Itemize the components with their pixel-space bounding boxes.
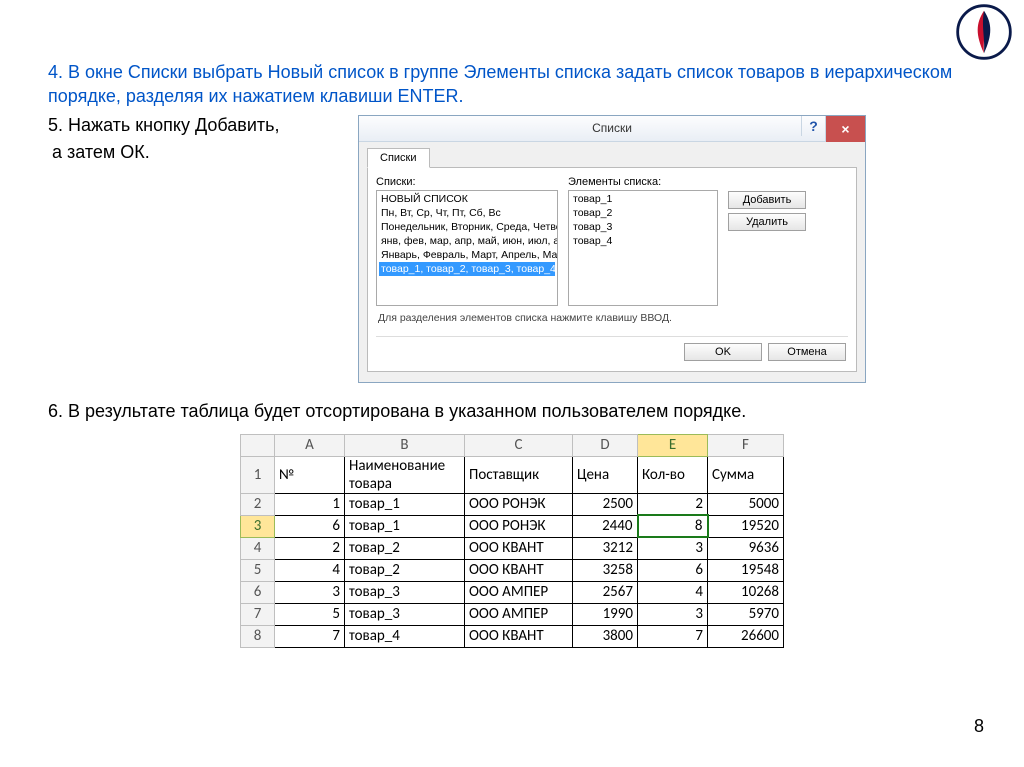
cell[interactable]: 7	[275, 625, 345, 647]
col-header[interactable]: C	[465, 434, 573, 456]
list-item: товар_3	[571, 220, 715, 234]
hint-text: Для разделения элементов списка нажмите …	[376, 306, 848, 332]
cell[interactable]: Кол-во	[638, 456, 708, 493]
cell[interactable]: 5970	[708, 603, 784, 625]
cell[interactable]: 26600	[708, 625, 784, 647]
cell[interactable]: 4	[638, 581, 708, 603]
cancel-button[interactable]: Отмена	[768, 343, 846, 361]
cell[interactable]: 3	[275, 581, 345, 603]
document-logo	[956, 4, 1012, 60]
list-item[interactable]: Пн, Вт, Ср, Чт, Пт, Сб, Вс	[379, 206, 555, 220]
cell[interactable]: 6	[275, 515, 345, 537]
ok-button[interactable]: OK	[684, 343, 762, 361]
step-4-text: 4. В окне Списки выбрать Новый список в …	[48, 60, 976, 109]
cell[interactable]: 10268	[708, 581, 784, 603]
tab-lists[interactable]: Списки	[367, 148, 430, 168]
cell[interactable]: ООО КВАНТ	[465, 625, 573, 647]
cell[interactable]: 4	[275, 559, 345, 581]
row-header[interactable]: 1	[241, 456, 275, 493]
cell[interactable]: 2500	[573, 493, 638, 515]
cell[interactable]: 1	[275, 493, 345, 515]
row-header[interactable]: 6	[241, 581, 275, 603]
col-header[interactable]: E	[638, 434, 708, 456]
list-item[interactable]: янв, фев, мар, апр, май, июн, июл, авг, …	[379, 234, 555, 248]
row-header[interactable]: 4	[241, 537, 275, 559]
step-5-text-a: 5. Нажать кнопку Добавить,	[48, 115, 358, 136]
list-item[interactable]: товар_1, товар_2, товар_3, товар_4	[379, 262, 555, 276]
cell[interactable]: 2	[275, 537, 345, 559]
cell[interactable]: Сумма	[708, 456, 784, 493]
dialog-titlebar: Списки ? ×	[359, 116, 865, 142]
list-item[interactable]: НОВЫЙ СПИСОК	[379, 192, 555, 206]
col-header[interactable]: B	[345, 434, 465, 456]
cell[interactable]: 3	[638, 603, 708, 625]
cell[interactable]: ООО КВАНТ	[465, 559, 573, 581]
result-spreadsheet: A B C D E F 1 № Наименование товара Пост…	[240, 434, 784, 648]
cell[interactable]: Поставщик	[465, 456, 573, 493]
cell[interactable]: товар_3	[345, 603, 465, 625]
cell[interactable]: 3800	[573, 625, 638, 647]
col-header[interactable]: A	[275, 434, 345, 456]
cell[interactable]: №	[275, 456, 345, 493]
cell[interactable]: Цена	[573, 456, 638, 493]
cell[interactable]: 5000	[708, 493, 784, 515]
cell[interactable]: 1990	[573, 603, 638, 625]
cell[interactable]: товар_1	[345, 515, 465, 537]
row-header[interactable]: 2	[241, 493, 275, 515]
cell[interactable]: ООО РОНЭК	[465, 515, 573, 537]
row-header[interactable]: 7	[241, 603, 275, 625]
list-item: товар_4	[571, 234, 715, 248]
cell[interactable]: товар_1	[345, 493, 465, 515]
cell[interactable]: 3212	[573, 537, 638, 559]
cell[interactable]: 3258	[573, 559, 638, 581]
help-button[interactable]: ?	[801, 116, 825, 136]
cell[interactable]: ООО РОНЭК	[465, 493, 573, 515]
active-cell[interactable]: 8	[638, 515, 708, 537]
cell[interactable]: 6	[638, 559, 708, 581]
dialog-title: Списки	[359, 121, 865, 135]
cell[interactable]: 2440	[573, 515, 638, 537]
list-item[interactable]: Понедельник, Вторник, Среда, Четверг, Пя…	[379, 220, 555, 234]
cell[interactable]: 7	[638, 625, 708, 647]
cell[interactable]: 19520	[708, 515, 784, 537]
list-item: товар_1	[571, 192, 715, 206]
select-all-corner[interactable]	[241, 434, 275, 456]
lists-listbox[interactable]: НОВЫЙ СПИСОК Пн, Вт, Ср, Чт, Пт, Сб, Вс …	[376, 190, 558, 306]
lists-label: Списки:	[376, 176, 558, 188]
cell[interactable]: 19548	[708, 559, 784, 581]
cell[interactable]: 2567	[573, 581, 638, 603]
add-button[interactable]: Добавить	[728, 191, 806, 209]
cell[interactable]: 5	[275, 603, 345, 625]
cell[interactable]: товар_2	[345, 537, 465, 559]
cell[interactable]: ООО КВАНТ	[465, 537, 573, 559]
cell[interactable]: 3	[638, 537, 708, 559]
col-header[interactable]: D	[573, 434, 638, 456]
row-header[interactable]: 5	[241, 559, 275, 581]
page-number: 8	[974, 716, 984, 737]
cell[interactable]: Наименование товара	[345, 456, 465, 493]
cell[interactable]: товар_2	[345, 559, 465, 581]
row-header[interactable]: 8	[241, 625, 275, 647]
list-item: товар_2	[571, 206, 715, 220]
col-header[interactable]: F	[708, 434, 784, 456]
lists-dialog: Списки ? × Списки Списки:	[358, 115, 866, 383]
delete-button[interactable]: Удалить	[728, 213, 806, 231]
elements-label: Элементы списка:	[568, 176, 718, 188]
row-header[interactable]: 3	[241, 515, 275, 537]
cell[interactable]: ООО АМПЕР	[465, 581, 573, 603]
cell[interactable]: товар_4	[345, 625, 465, 647]
cell[interactable]: 9636	[708, 537, 784, 559]
cell[interactable]: ООО АМПЕР	[465, 603, 573, 625]
cell[interactable]: товар_3	[345, 581, 465, 603]
step-5-text-b: а затем ОК.	[48, 142, 358, 163]
elements-listbox[interactable]: товар_1 товар_2 товар_3 товар_4	[568, 190, 718, 306]
step-6-text: 6. В результате таблица будет отсортиров…	[48, 401, 976, 422]
list-item[interactable]: Январь, Февраль, Март, Апрель, Май, Июнь	[379, 248, 555, 262]
cell[interactable]: 2	[638, 493, 708, 515]
close-button[interactable]: ×	[825, 116, 865, 142]
